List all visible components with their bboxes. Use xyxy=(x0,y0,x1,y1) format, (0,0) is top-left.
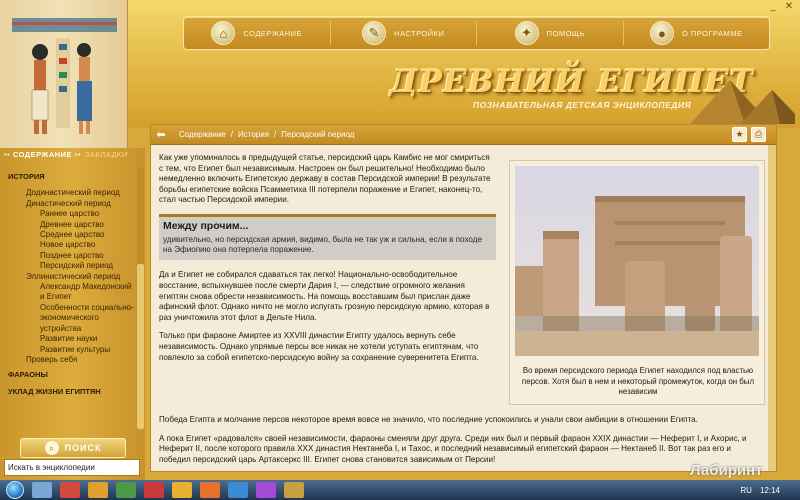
note-box: Между прочим... удивительно, но персидск… xyxy=(159,213,496,261)
article-figure: Во время персидского периода Египет нахо… xyxy=(509,160,765,405)
search-button-label: ПОИСК xyxy=(64,443,102,453)
contents-tree: ИСТОРИЯ Додинастический период Династическ… xyxy=(0,172,137,427)
sidebar-tree-item[interactable]: Среднее царство xyxy=(8,230,137,240)
watermark-logo: Лабиринт xyxy=(690,462,763,479)
article-paragraph: Как уже упоминалось в предыдущей статье,… xyxy=(159,153,491,205)
article-panel: ⬅ Содержание / История / Персидский пери… xyxy=(150,124,777,472)
breadcrumb-current: Персидский период xyxy=(281,130,355,139)
sidebar-tree-item[interactable]: экономического xyxy=(8,313,137,323)
article-paragraph: Только при фараоне Амиртее из XXVIII дин… xyxy=(159,331,479,362)
windows-taskbar: RU 12:14 xyxy=(0,480,800,500)
close-icon[interactable]: ✕ xyxy=(782,1,796,13)
search-button[interactable]: ⌕ ПОИСК xyxy=(20,438,126,458)
nav-label: ПОМОЩЬ xyxy=(546,28,585,38)
start-button[interactable] xyxy=(6,481,24,499)
sidebar-tree-item[interactable]: Династический период xyxy=(8,199,137,209)
breadcrumb-separator: / xyxy=(230,130,233,139)
article-tools: ★ ⎙ xyxy=(732,127,766,142)
nav-label: СОДЕРЖАНИЕ xyxy=(243,28,303,38)
sidebar-scrollbar-thumb[interactable] xyxy=(137,264,144,429)
language-indicator[interactable]: RU xyxy=(740,486,752,495)
explorer-icon[interactable] xyxy=(32,482,52,498)
sidebar-tree-item[interactable]: Особенности социально- xyxy=(8,303,137,313)
wrench-icon: ✎ xyxy=(362,21,387,45)
search-input[interactable] xyxy=(4,459,140,476)
app-logo-subtitle: ПОЗНАВАТЕЛЬНАЯ ДЕТСКАЯ ЭНЦИКЛОПЕДИЯ xyxy=(473,100,692,110)
chrome-icon[interactable] xyxy=(172,482,192,498)
sidebar-tree-item[interactable]: Древнее царство xyxy=(8,220,137,230)
bookmark-icon[interactable]: ★ xyxy=(732,127,747,142)
folder-icon[interactable] xyxy=(88,482,108,498)
sidebar-tree-item[interactable]: Новое царство xyxy=(8,240,137,250)
article-body-continued: Победа Египта и молчание персов некоторо… xyxy=(159,415,764,473)
skype-icon[interactable] xyxy=(228,482,248,498)
breadcrumb-contents[interactable]: Содержание xyxy=(179,130,226,139)
sidebar-tree-item[interactable]: Позднее царство xyxy=(8,251,137,261)
sidebar-tree-item[interactable]: устройства xyxy=(8,324,137,334)
opera-icon[interactable] xyxy=(144,482,164,498)
article-scrollbar[interactable] xyxy=(768,145,776,471)
note-title: Между прочим... xyxy=(163,219,249,232)
minimize-icon[interactable]: _ xyxy=(766,1,780,13)
sidebar-tree-item[interactable]: ФАРАОНЫ xyxy=(8,370,137,380)
sidebar-tree-item[interactable]: Эллинистический период xyxy=(8,272,137,282)
papyrus-illustration xyxy=(0,0,128,148)
article-toolbar: ⬅ Содержание / История / Персидский пери… xyxy=(151,125,776,145)
encyclopedia-app-icon[interactable] xyxy=(284,482,304,498)
firefox-icon[interactable] xyxy=(200,482,220,498)
system-tray: RU 12:14 xyxy=(740,486,800,495)
clock[interactable]: 12:14 xyxy=(760,486,780,495)
info-icon: ● xyxy=(649,21,674,45)
sidebar-tree-item[interactable]: УКЛАД ЖИЗНИ ЕГИПТЯН xyxy=(8,387,137,397)
nav-about-button[interactable]: ● О ПРОГРАММЕ xyxy=(622,21,770,45)
pyramids-image xyxy=(690,80,795,124)
home-icon: ⌂ xyxy=(211,21,236,45)
breadcrumb: Содержание / История / Персидский период xyxy=(179,130,354,139)
print-icon[interactable]: ⎙ xyxy=(751,127,766,142)
sidebar-tree-item[interactable]: Александр Македонский xyxy=(8,282,137,292)
breadcrumb-history[interactable]: История xyxy=(238,130,269,139)
sidebar-tabs: •• СОДЕРЖАНИЕ •• ЗАКЛАДКИ xyxy=(0,148,145,160)
sidebar-tree-item[interactable]: Персидский период xyxy=(8,261,137,271)
back-arrow-icon[interactable]: ⬅ xyxy=(151,128,171,141)
nav-label: О ПРОГРАММЕ xyxy=(681,28,743,38)
article-paragraph: Победа Египта и молчание персов некоторо… xyxy=(159,415,698,424)
nav-settings-button[interactable]: ✎ НАСТРОЙКИ xyxy=(329,21,477,45)
tab-contents[interactable]: •• СОДЕРЖАНИЕ •• xyxy=(4,150,81,159)
nav-label: НАСТРОЙКИ xyxy=(394,28,445,38)
temple-ruins-image[interactable] xyxy=(515,166,759,356)
window-controls: _ ✕ xyxy=(766,1,796,13)
sidebar-tree-item[interactable]: Проверь себя xyxy=(8,355,137,365)
media-icon[interactable] xyxy=(116,482,136,498)
sidebar-tree-item[interactable]: Развитие науки xyxy=(8,334,137,344)
article-paragraph: Да и Египет не собирался сдаваться так л… xyxy=(159,270,490,322)
article-paragraph: А пока Египет «радовался» своей независи… xyxy=(159,433,747,464)
tab-bookmarks[interactable]: ЗАКЛАДКИ xyxy=(85,150,128,159)
sidebar-tree-item[interactable]: и Египет xyxy=(8,292,137,302)
app-icon[interactable] xyxy=(60,482,80,498)
nav-help-button[interactable]: ✦ ПОМОЩЬ xyxy=(476,21,623,45)
article-body: Как уже упоминалось в предыдущей статье,… xyxy=(159,153,496,371)
sidebar-tree-item[interactable]: Развитие культуры xyxy=(8,345,137,355)
note-text: удивительно, но персидская армия, видимо… xyxy=(163,234,482,254)
sidebar-tree-item[interactable]: ИСТОРИЯ xyxy=(8,172,137,182)
sidebar-tree-item[interactable]: Додинастический период xyxy=(8,188,137,198)
search-icon: ⌕ xyxy=(44,441,59,455)
sidebar: •• СОДЕРЖАНИЕ •• ЗАКЛАДКИ ИСТОРИЯ Додинас… xyxy=(0,148,145,480)
egyptian-figures-image xyxy=(12,18,117,134)
nav-contents-button[interactable]: ⌂ СОДЕРЖАНИЕ xyxy=(184,21,330,45)
help-icon: ✦ xyxy=(514,21,539,45)
figure-caption: Во время персидского периода Египет нахо… xyxy=(521,366,755,396)
breadcrumb-separator: / xyxy=(274,130,277,139)
app-icon[interactable] xyxy=(256,482,276,498)
sidebar-tree-item[interactable]: Раннее царство xyxy=(8,209,137,219)
top-navigation: ⌂ СОДЕРЖАНИЕ ✎ НАСТРОЙКИ ✦ ПОМОЩЬ ● О ПР… xyxy=(183,16,770,50)
